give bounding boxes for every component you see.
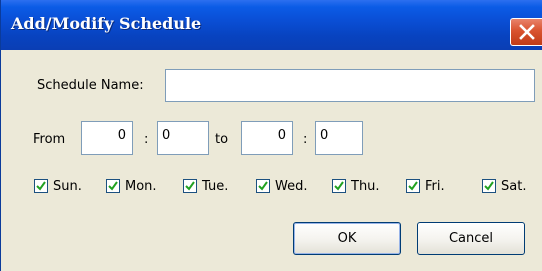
from-minute-input[interactable]: 0 xyxy=(157,121,209,155)
from-label: From xyxy=(33,132,66,147)
window-title: Add/Modify Schedule xyxy=(11,14,202,33)
checkmark-icon xyxy=(258,181,268,191)
cancel-button[interactable]: Cancel xyxy=(417,222,525,255)
schedule-name-input[interactable] xyxy=(165,69,535,102)
checkmark-icon xyxy=(334,181,344,191)
to-minute-input[interactable]: 0 xyxy=(315,121,363,155)
day-label: Fri. xyxy=(425,179,445,194)
from-time-separator: : xyxy=(144,132,149,147)
to-hour-input[interactable]: 0 xyxy=(241,121,293,155)
schedule-name-label: Schedule Name: xyxy=(37,78,144,93)
to-time-separator: : xyxy=(303,132,308,147)
checkmark-icon xyxy=(185,181,195,191)
checkmark-icon xyxy=(36,181,46,191)
day-label: Sun. xyxy=(53,179,82,194)
checkmark-icon xyxy=(408,181,418,191)
day-label: Wed. xyxy=(275,179,308,194)
day-label: Mon. xyxy=(125,179,157,194)
title-bar[interactable]: Add/Modify Schedule xyxy=(1,0,542,50)
to-label: to xyxy=(215,132,229,147)
ok-button[interactable]: OK xyxy=(293,222,401,255)
day-label: Tue. xyxy=(202,179,229,194)
add-modify-schedule-dialog: Add/Modify Schedule Schedule Name: From … xyxy=(0,0,542,271)
day-label: Thu. xyxy=(351,179,380,194)
checkmark-icon xyxy=(108,181,118,191)
close-button[interactable] xyxy=(510,18,542,46)
from-hour-input[interactable]: 0 xyxy=(81,121,133,155)
day-label: Sat. xyxy=(501,179,527,194)
checkmark-icon xyxy=(484,181,494,191)
